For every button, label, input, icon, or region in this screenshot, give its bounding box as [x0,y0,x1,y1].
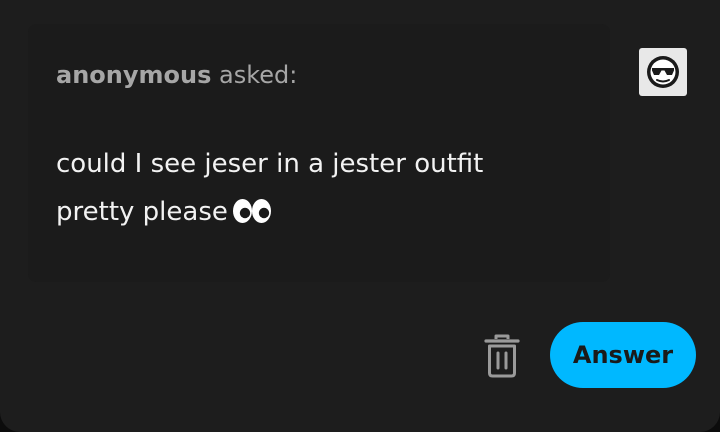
question-text: could I see jeser in a jester outfit pre… [56,140,582,236]
ask-message-box: anonymous asked: could I see jeser in a … [28,24,610,282]
trash-icon [484,334,520,378]
question-line-2: pretty please [56,197,228,227]
ask-card: anonymous asked: could I see jeser in a … [0,0,720,432]
avatar[interactable] [639,48,687,96]
asker-suffix: asked: [211,61,298,89]
asker-name: anonymous [56,61,212,89]
asker-line: anonymous asked: [56,60,582,90]
answer-button[interactable]: Answer [550,322,696,388]
sunglasses-face-icon [647,56,679,88]
delete-button[interactable] [480,332,524,380]
question-line-2-wrapper: pretty please [56,188,582,236]
eyes-icon [232,199,271,223]
question-line-1: could I see jeser in a jester outfit [56,149,484,179]
